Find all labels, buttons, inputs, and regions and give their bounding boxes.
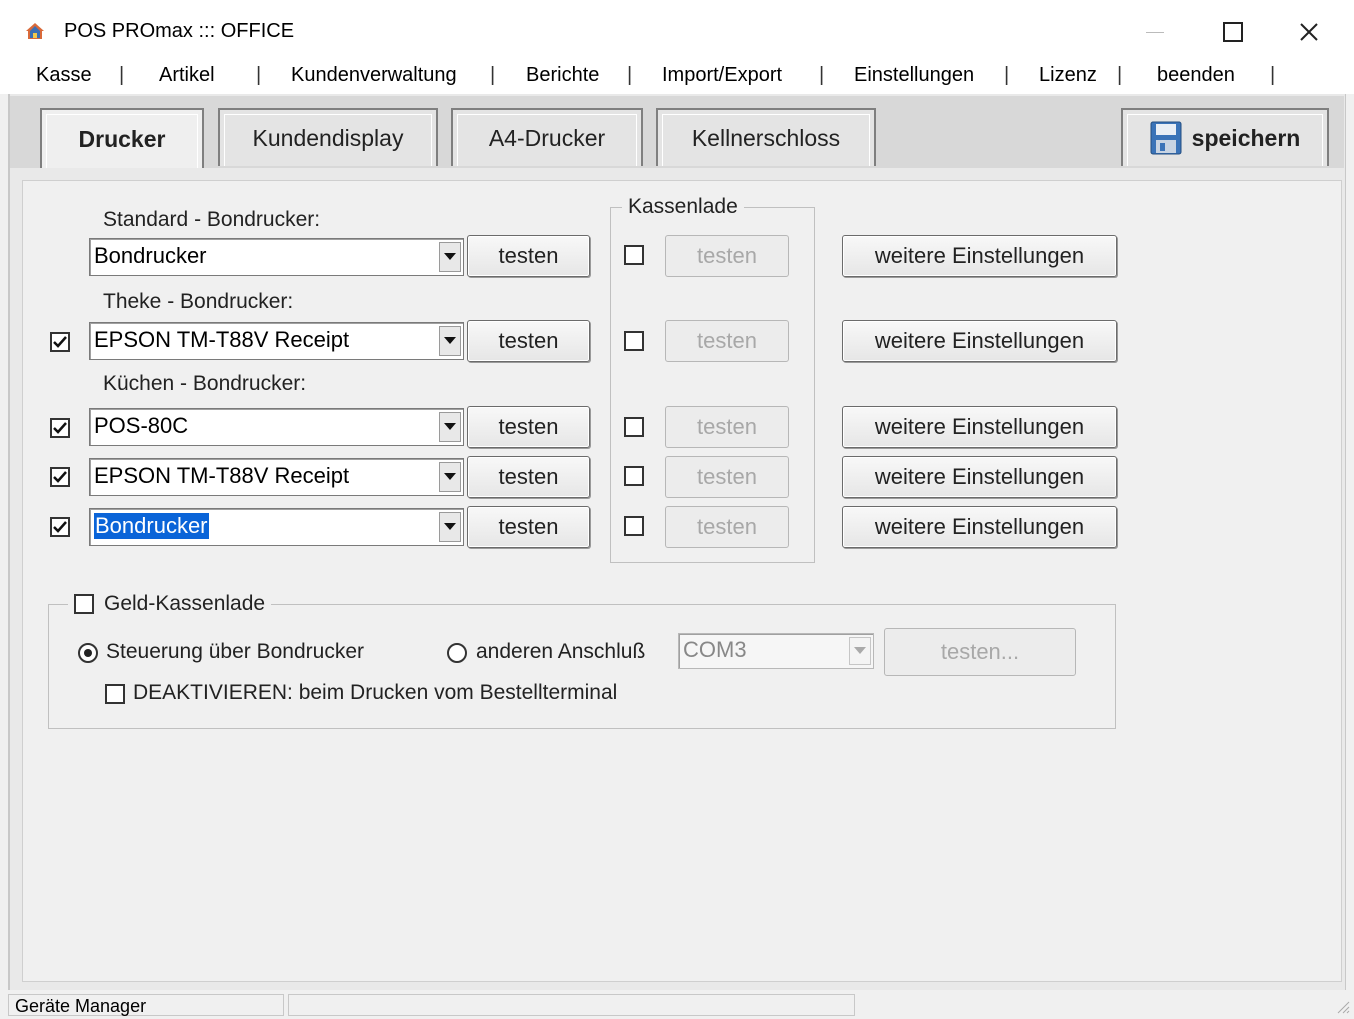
menu-berichte[interactable]: Berichte <box>526 64 599 87</box>
menu-einstellungen[interactable]: Einstellungen <box>854 64 974 87</box>
tab-drucker[interactable]: Drucker <box>40 108 204 168</box>
radio-steuerung-bondrucker-label: Steuerung über Bondrucker <box>106 640 364 663</box>
drawer-checkbox[interactable] <box>624 331 644 351</box>
menu-separator: | <box>1004 64 1010 86</box>
radio-anderer-anschluss-label: anderen Anschluß <box>476 640 646 663</box>
geld-kassenlade-label: Geld-Kassenlade <box>104 592 266 615</box>
printer-select-value: EPSON TM-T88V Receipt <box>94 463 350 488</box>
app-house-icon <box>24 20 46 42</box>
printer-select-kuechen-2[interactable]: EPSON TM-T88V Receipt <box>89 458 464 496</box>
deactivate-checkbox[interactable] <box>105 684 125 704</box>
test-printer-button[interactable]: testen <box>467 406 590 448</box>
close-button[interactable] <box>1274 10 1344 54</box>
drawer-checkbox[interactable] <box>624 516 644 536</box>
menu-separator: | <box>1117 64 1123 86</box>
printer-enabled-checkbox[interactable] <box>50 517 70 537</box>
printer-select-value: POS-80C <box>94 413 189 438</box>
test-port-button: testen... <box>884 628 1076 676</box>
printer-select-kuechen-3[interactable]: Bondrucker <box>89 508 464 546</box>
printer-select-theke[interactable]: EPSON TM-T88V Receipt <box>89 322 464 360</box>
printer-enabled-checkbox[interactable] <box>50 418 70 438</box>
tab-kellnerschloss[interactable]: Kellnerschloss <box>656 108 876 166</box>
menu-bar: Kasse | Artikel | Kundenverwaltung | Ber… <box>0 58 1354 94</box>
printer-select-value: Bondrucker <box>94 513 209 539</box>
radio-steuerung-bondrucker[interactable] <box>78 643 98 663</box>
printer-enabled-checkbox[interactable] <box>50 467 70 487</box>
kuechen-printer-label: Küchen - Bondrucker: <box>103 372 307 395</box>
test-printer-button[interactable]: testen <box>467 456 590 498</box>
dropdown-arrow-icon[interactable] <box>439 326 461 356</box>
port-select: COM3 <box>678 633 874 669</box>
minimize-icon <box>1146 31 1164 33</box>
maximize-button[interactable] <box>1198 10 1268 54</box>
test-drawer-button: testen <box>665 406 789 448</box>
printer-select-value: Bondrucker <box>94 243 207 268</box>
menu-kundenverwaltung[interactable]: Kundenverwaltung <box>291 64 457 87</box>
menu-separator: | <box>119 64 125 86</box>
more-settings-button[interactable]: weitere Einstellungen <box>842 406 1117 448</box>
test-drawer-button: testen <box>665 235 789 277</box>
printer-enabled-checkbox[interactable] <box>50 332 70 352</box>
geld-kassenlade-checkbox[interactable] <box>74 594 94 614</box>
dropdown-arrow-icon[interactable] <box>439 512 461 542</box>
test-drawer-button: testen <box>665 320 789 362</box>
maximize-icon <box>1223 22 1243 42</box>
menu-import-export[interactable]: Import/Export <box>662 64 782 87</box>
test-printer-button[interactable]: testen <box>467 506 590 548</box>
checkmark-icon <box>53 422 67 434</box>
more-settings-button[interactable]: weitere Einstellungen <box>842 320 1117 362</box>
window-title: POS PROmax ::: OFFICE <box>64 20 295 42</box>
test-printer-button[interactable]: testen <box>467 235 590 277</box>
more-settings-button[interactable]: weitere Einstellungen <box>842 456 1117 498</box>
test-drawer-button: testen <box>665 456 789 498</box>
close-icon <box>1300 23 1318 41</box>
menu-kasse[interactable]: Kasse <box>36 64 92 87</box>
printer-select-standard[interactable]: Bondrucker <box>89 238 464 276</box>
menu-artikel[interactable]: Artikel <box>159 64 215 87</box>
tab-a4-drucker[interactable]: A4-Drucker <box>451 108 643 166</box>
drawer-checkbox[interactable] <box>624 245 644 265</box>
status-panel-middle <box>288 994 855 1016</box>
more-settings-button[interactable]: weitere Einstellungen <box>842 235 1117 277</box>
theke-printer-label: Theke - Bondrucker: <box>103 290 294 313</box>
dropdown-arrow-icon[interactable] <box>439 242 461 272</box>
dropdown-arrow-icon <box>849 637 871 665</box>
standard-printer-label: Standard - Bondrucker: <box>103 208 321 231</box>
printer-select-value: EPSON TM-T88V Receipt <box>94 327 350 352</box>
tab-kundendisplay[interactable]: Kundendisplay <box>218 108 438 166</box>
save-button[interactable]: speichern <box>1121 108 1329 166</box>
kassenlade-group-label: Kassenlade <box>622 195 744 219</box>
status-panel-left: Geräte Manager <box>8 994 284 1016</box>
menu-lizenz[interactable]: Lizenz <box>1039 64 1097 87</box>
menu-separator: | <box>627 64 633 86</box>
geld-kassenlade-legend: Geld-Kassenlade <box>68 592 272 616</box>
deactivate-label: DEAKTIVIEREN: beim Drucken vom Bestellte… <box>133 681 618 704</box>
printer-select-kuechen-1[interactable]: POS-80C <box>89 408 464 446</box>
menu-beenden[interactable]: beenden <box>1157 64 1235 87</box>
checkmark-icon <box>53 336 67 348</box>
checkmark-icon <box>53 471 67 483</box>
checkmark-icon <box>53 521 67 533</box>
test-drawer-button: testen <box>665 506 789 548</box>
menu-separator: | <box>819 64 825 86</box>
dropdown-arrow-icon[interactable] <box>439 462 461 492</box>
menu-separator: | <box>490 64 496 86</box>
title-bar: POS PROmax ::: OFFICE <box>0 0 1354 58</box>
menu-separator: | <box>1270 64 1276 86</box>
menu-separator: | <box>256 64 262 86</box>
drawer-checkbox[interactable] <box>624 466 644 486</box>
more-settings-button[interactable]: weitere Einstellungen <box>842 506 1117 548</box>
drawer-checkbox[interactable] <box>624 417 644 437</box>
dropdown-arrow-icon[interactable] <box>439 412 461 442</box>
radio-anderer-anschluss[interactable] <box>447 643 467 663</box>
test-printer-button[interactable]: testen <box>467 320 590 362</box>
minimize-button[interactable] <box>1120 10 1190 54</box>
port-select-value: COM3 <box>683 637 747 662</box>
